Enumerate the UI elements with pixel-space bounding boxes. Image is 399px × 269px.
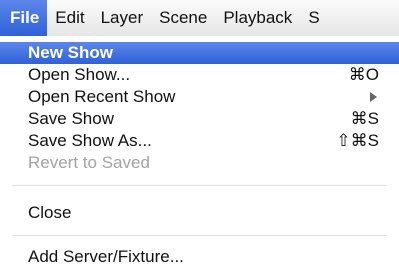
menu-item-label: Revert to Saved <box>28 153 150 172</box>
menu-item-save-show-as[interactable]: Save Show As... ⇧⌘S <box>0 130 399 152</box>
file-dropdown-menu: New Show Open Show... ⌘O Open Recent Sho… <box>0 36 399 269</box>
menu-item-label: Open Recent Show <box>28 87 176 106</box>
menu-separator <box>12 185 387 186</box>
menu-item-label: Open Show... <box>28 65 131 84</box>
menu-s-truncated[interactable]: S <box>300 0 327 36</box>
menu-item-new-show[interactable]: New Show <box>0 42 399 64</box>
menu-item-label: Save Show As... <box>28 131 152 150</box>
menu-item-close[interactable]: Close <box>0 202 399 224</box>
menu-item-save-show[interactable]: Save Show ⌘S <box>0 108 399 130</box>
menu-layer[interactable]: Layer <box>93 0 152 36</box>
menu-item-label: Save Show <box>28 109 114 128</box>
menu-item-label: New Show <box>28 43 114 62</box>
menu-bar: File Edit Layer Scene Playback S <box>0 0 399 37</box>
shortcut-label: ⌘S <box>350 109 379 128</box>
menu-item-open-show[interactable]: Open Show... ⌘O <box>0 64 399 86</box>
triangle-right-icon <box>370 92 377 102</box>
menu-playback[interactable]: Playback <box>215 0 300 36</box>
menu-item-label: Add Server/Fixture... <box>28 247 184 266</box>
shortcut-label: ⇧⌘S <box>336 131 379 150</box>
menu-item-add-server-fixture[interactable]: Add Server/Fixture... <box>0 246 399 268</box>
menu-file[interactable]: File <box>0 0 48 36</box>
menu-edit[interactable]: Edit <box>47 0 92 36</box>
menu-scene[interactable]: Scene <box>151 0 215 36</box>
menu-item-open-recent-show[interactable]: Open Recent Show <box>0 86 399 108</box>
shortcut-label: ⌘O <box>348 65 379 84</box>
menu-separator <box>12 235 387 236</box>
menu-item-revert-to-saved: Revert to Saved <box>0 152 399 174</box>
menu-item-label: Close <box>28 203 72 222</box>
